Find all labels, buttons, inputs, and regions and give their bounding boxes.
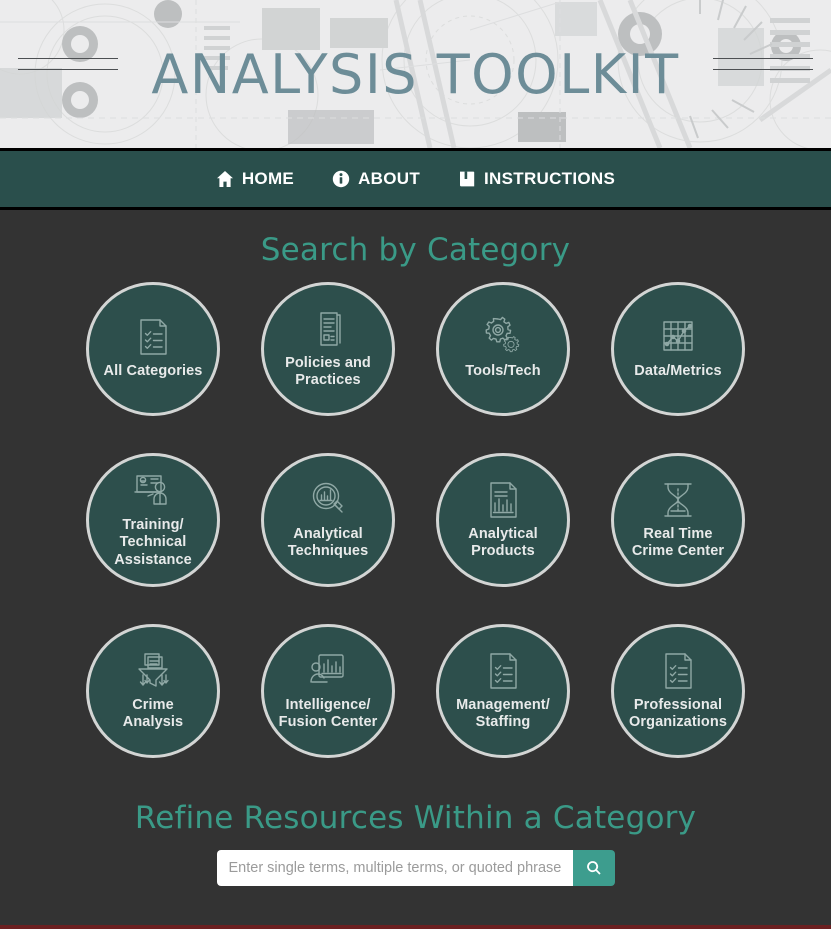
category-label: Real Time Crime Center xyxy=(631,525,725,559)
text-document-stack-icon xyxy=(306,307,350,351)
nav-item-about[interactable]: ABOUT xyxy=(332,169,420,189)
category-label: Management/ Staffing xyxy=(456,696,550,730)
footer-accent-strip xyxy=(0,925,831,929)
page-root: ANALYSIS TOOLKIT HOME ABOUT INSTRUCTIONS… xyxy=(0,0,831,929)
category-data-metrics[interactable]: Data/Metrics xyxy=(611,282,745,416)
nav-item-instructions-label: INSTRUCTIONS xyxy=(484,169,616,188)
category-training-technical-assistance[interactable]: Training/ Technical Assistance xyxy=(86,453,220,587)
category-management-staffing[interactable]: Management/ Staffing xyxy=(436,624,570,758)
category-grid: All Categories Policies and Practices To… xyxy=(66,282,766,758)
checklist-document-icon xyxy=(131,315,175,359)
magnifier-bar-chart-icon xyxy=(306,478,350,522)
checklist-document-icon xyxy=(656,649,700,693)
search-wrap xyxy=(0,850,831,886)
category-label: Analytical Techniques xyxy=(287,525,369,559)
main-navigation: HOME ABOUT INSTRUCTIONS xyxy=(0,148,831,210)
category-crime-analysis[interactable]: Crime Analysis xyxy=(86,624,220,758)
category-label: All Categories xyxy=(103,363,203,380)
refine-resources-heading: Refine Resources Within a Category xyxy=(134,800,697,836)
category-real-time-crime-center[interactable]: Real Time Crime Center xyxy=(611,453,745,587)
page-title: ANALYSIS TOOLKIT xyxy=(151,42,680,106)
category-label: Training/ Technical Assistance xyxy=(114,517,192,568)
category-intelligence-fusion-center[interactable]: Intelligence/ Fusion Center xyxy=(261,624,395,758)
search-by-category-heading: Search by Category xyxy=(260,232,571,268)
category-analytical-products[interactable]: Analytical Products xyxy=(436,453,570,587)
category-analytical-techniques[interactable]: Analytical Techniques xyxy=(261,453,395,587)
nav-item-home-label: HOME xyxy=(241,169,295,188)
category-label: Policies and Practices xyxy=(285,354,371,388)
grid-line-chart-icon xyxy=(656,315,700,359)
book-icon xyxy=(458,170,476,188)
document-bar-chart-icon xyxy=(481,478,525,522)
search-input[interactable] xyxy=(216,850,573,886)
main-content: Search by Category All Categories Polici… xyxy=(0,210,831,886)
nav-item-about-label: ABOUT xyxy=(358,169,421,188)
category-policies-and-practices[interactable]: Policies and Practices xyxy=(261,282,395,416)
funnel-documents-icon xyxy=(131,649,175,693)
category-label: Professional Organizations xyxy=(629,696,727,730)
category-label: Crime Analysis xyxy=(122,696,184,730)
refine-section: Refine Resources Within a Category xyxy=(0,800,831,886)
checklist-document-icon xyxy=(481,649,525,693)
info-circle-icon xyxy=(332,170,350,188)
nav-item-instructions[interactable]: INSTRUCTIONS xyxy=(458,169,615,189)
category-all-categories[interactable]: All Categories xyxy=(86,282,220,416)
hourglass-icon xyxy=(656,478,700,522)
gears-icon xyxy=(481,315,525,359)
category-tools-tech[interactable]: Tools/Tech xyxy=(436,282,570,416)
search-icon xyxy=(586,860,602,876)
category-label: Analytical Products xyxy=(468,525,538,559)
header-banner: ANALYSIS TOOLKIT xyxy=(0,0,831,148)
nav-item-home[interactable]: HOME xyxy=(216,169,294,189)
dashboard-monitor-icon xyxy=(306,649,350,693)
home-icon xyxy=(216,170,234,188)
search-submit-button[interactable] xyxy=(572,850,615,886)
category-label: Data/Metrics xyxy=(634,363,722,380)
category-professional-organizations[interactable]: Professional Organizations xyxy=(611,624,745,758)
search-box xyxy=(216,850,615,886)
training-presentation-icon xyxy=(131,469,175,513)
category-label: Tools/Tech xyxy=(465,363,541,380)
category-label: Intelligence/ Fusion Center xyxy=(278,696,378,730)
